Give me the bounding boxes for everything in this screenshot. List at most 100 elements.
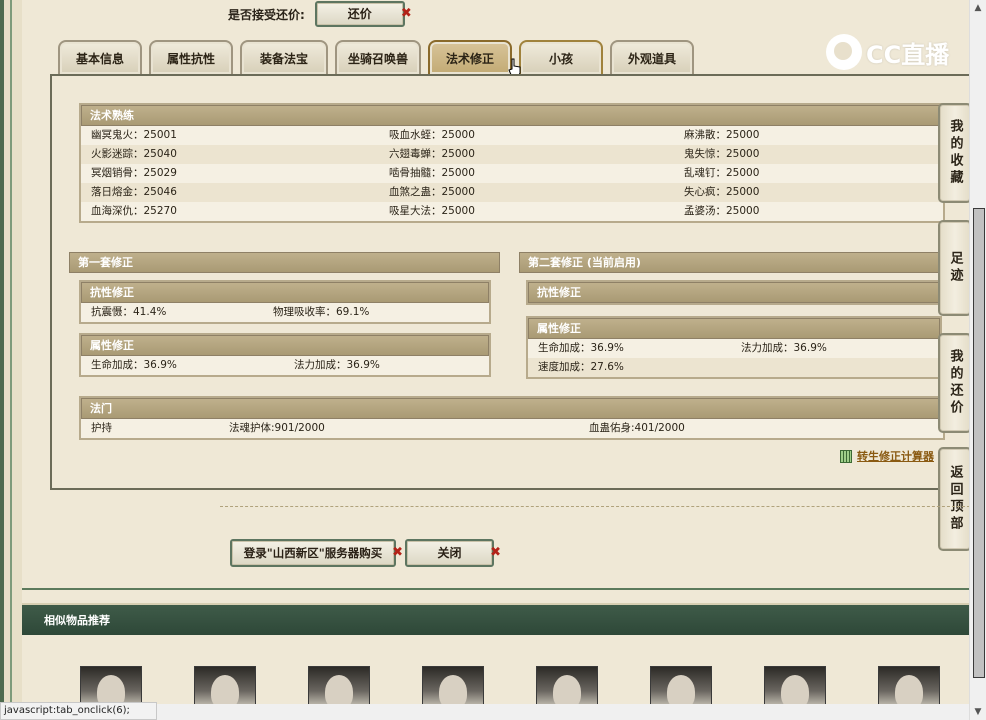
side-label: 足迹 bbox=[947, 251, 963, 285]
close-button[interactable]: 关闭 ✖ bbox=[405, 539, 501, 567]
attr-cell: 法力加成：36.9% bbox=[741, 342, 827, 354]
spell-cell: 幽冥鬼火：25001 bbox=[91, 129, 177, 141]
table-row: 血海深仇：25270 吸星大法：25000 孟婆汤：25000 bbox=[81, 202, 943, 221]
cc-live-logo: CC直播 bbox=[826, 34, 949, 70]
tab-attr-resist[interactable]: 属性抗性 bbox=[149, 40, 233, 74]
tab-basic-info[interactable]: 基本信息 bbox=[58, 40, 142, 74]
table-row: 抗震慑：41.4% 物理吸收率：69.1% bbox=[81, 303, 489, 322]
tab-label: 外观道具 bbox=[627, 51, 676, 66]
close-label: 关闭 bbox=[437, 546, 462, 560]
rebirth-calc-link[interactable]: 转生修正计算器 bbox=[840, 448, 934, 464]
table-row: 速度加成：27.6% bbox=[528, 358, 940, 377]
resist-cell: 抗震慑：41.4% bbox=[91, 306, 167, 318]
left-border bbox=[0, 0, 22, 720]
spell-cell: 血海深仇：25270 bbox=[91, 205, 177, 217]
attr-cell: 法力加成：36.9% bbox=[294, 359, 380, 371]
calc-link-label: 转生修正计算器 bbox=[857, 450, 934, 463]
similar-item-thumbnail[interactable] bbox=[878, 666, 940, 708]
famen-cell: 法魂护体:901/2000 bbox=[229, 422, 325, 434]
table-row: 护持 法魂护体:901/2000 血蛊佑身:401/2000 bbox=[81, 419, 943, 438]
tab-bar: 基本信息 属性抗性 装备法宝 坐骑召唤兽 法术修正 小孩 外观道具 bbox=[58, 40, 694, 74]
side-label: 我的收藏 bbox=[947, 119, 963, 187]
status-text: javascript:tab_onclick(6); bbox=[4, 705, 130, 716]
famen-cell: 护持 bbox=[91, 422, 112, 434]
section-title: 法门 bbox=[81, 398, 943, 419]
scroll-down-icon[interactable]: ▼ bbox=[970, 704, 986, 720]
scroll-thumb[interactable] bbox=[973, 208, 985, 678]
spell-cell: 冥烟销骨：25029 bbox=[91, 167, 177, 179]
footprint-button[interactable]: 足迹 bbox=[938, 220, 972, 316]
close-mark-icon: ✖ bbox=[392, 545, 403, 560]
tab-label: 基本信息 bbox=[75, 51, 124, 66]
spell-cell: 吸星大法：25000 bbox=[389, 205, 475, 217]
tab-equipment[interactable]: 装备法宝 bbox=[240, 40, 328, 74]
set2-attr-box: 属性修正 生命加成：36.9% 法力加成：36.9% 速度加成：27.6% bbox=[526, 316, 942, 379]
tab-label: 法术修正 bbox=[445, 51, 494, 66]
my-favorites-button[interactable]: 我的收藏 bbox=[938, 103, 972, 203]
calculator-icon bbox=[840, 449, 852, 463]
scroll-up-icon[interactable]: ▲ bbox=[970, 0, 986, 16]
spell-cell: 失心疯：25000 bbox=[684, 186, 760, 198]
spell-cell: 血煞之蛊：25000 bbox=[389, 186, 475, 198]
bargain-button[interactable]: 还价 ✖ bbox=[314, 1, 412, 27]
spell-cell: 六翅毒蝉：25000 bbox=[389, 148, 475, 160]
set2-resist-box: 抗性修正 bbox=[526, 280, 942, 305]
spell-cell: 孟婆汤：25000 bbox=[684, 205, 760, 217]
spell-cell: 乱魂钉：25000 bbox=[684, 167, 760, 179]
side-label: 我的还价 bbox=[947, 349, 963, 417]
status-bar: javascript:tab_onclick(6); bbox=[0, 702, 157, 720]
tab-mount-summon[interactable]: 坐骑召唤兽 bbox=[335, 40, 421, 74]
famen-box: 法门 护持 法魂护体:901/2000 血蛊佑身:401/2000 bbox=[79, 396, 945, 440]
tab-label: 坐骑召唤兽 bbox=[347, 51, 408, 66]
bargain-button-label: 还价 bbox=[347, 7, 372, 21]
table-row: 生命加成：36.9% 法力加成：36.9% bbox=[81, 356, 489, 375]
spell-cell: 啮骨抽髓：25000 bbox=[389, 167, 475, 179]
spell-cell: 吸血水蛭：25000 bbox=[389, 129, 475, 141]
logo-text: CC直播 bbox=[866, 40, 950, 69]
famen-cell: 血蛊佑身:401/2000 bbox=[589, 422, 685, 434]
table-row: 幽冥鬼火：25001 吸血水蛭：25000 麻沸散：25000 bbox=[81, 126, 943, 145]
tab-label: 装备法宝 bbox=[259, 51, 308, 66]
spell-cell: 鬼失惊：25000 bbox=[684, 148, 760, 160]
spell-skill-box: 法术熟练 幽冥鬼火：25001 吸血水蛭：25000 麻沸散：25000 火影迷踪：… bbox=[79, 103, 945, 223]
bargain-row: 是否接受还价: 还价 ✖ bbox=[228, 1, 412, 27]
bargain-label: 是否接受还价: bbox=[228, 7, 305, 22]
set1-title: 第一套修正 bbox=[69, 252, 500, 273]
spell-correction-panel: 法术熟练 幽冥鬼火：25001 吸血水蛭：25000 麻沸散：25000 火影迷踪：… bbox=[50, 74, 973, 490]
similar-item-thumbnail[interactable] bbox=[650, 666, 712, 708]
tab-child[interactable]: 小孩 bbox=[519, 40, 603, 74]
cc-logo-icon bbox=[826, 34, 862, 70]
similar-item-thumbnail[interactable] bbox=[308, 666, 370, 708]
spell-skill-rows: 幽冥鬼火：25001 吸血水蛭：25000 麻沸散：25000 火影迷踪：25040… bbox=[81, 126, 943, 221]
similar-item-thumbnail[interactable] bbox=[422, 666, 484, 708]
similar-item-thumbnail[interactable] bbox=[194, 666, 256, 708]
tab-spell-correction[interactable]: 法术修正 bbox=[428, 40, 512, 74]
tab-label: 属性抗性 bbox=[166, 51, 215, 66]
section-title: 抗性修正 bbox=[81, 282, 489, 303]
spell-cell: 落日熔金：25046 bbox=[91, 186, 177, 198]
section-title: 法术熟练 bbox=[81, 105, 943, 126]
back-to-top-button[interactable]: 返回顶部 bbox=[938, 447, 972, 551]
attr-cell: 速度加成：27.6% bbox=[538, 361, 624, 373]
table-row: 冥烟销骨：25029 啮骨抽髓：25000 乱魂钉：25000 bbox=[81, 164, 943, 183]
horizontal-scrollbar[interactable] bbox=[153, 704, 970, 720]
tab-appearance[interactable]: 外观道具 bbox=[610, 40, 694, 74]
attr-cell: 生命加成：36.9% bbox=[538, 342, 624, 354]
my-bargain-button[interactable]: 我的还价 bbox=[938, 333, 972, 433]
similar-item-thumbnail[interactable] bbox=[764, 666, 826, 708]
spell-cell: 麻沸散：25000 bbox=[684, 129, 760, 141]
set2-title: 第二套修正 (当前启用) bbox=[519, 252, 949, 273]
resist-cell: 物理吸收率：69.1% bbox=[273, 306, 370, 318]
spell-cell: 火影迷踪：25040 bbox=[91, 148, 177, 160]
section-title: 抗性修正 bbox=[528, 282, 940, 303]
vertical-scrollbar[interactable]: ▲ ▼ bbox=[969, 0, 986, 720]
similar-item-thumbnail[interactable] bbox=[536, 666, 598, 708]
login-buy-label: 登录"山西新区"服务器购买 bbox=[243, 546, 383, 560]
login-buy-button[interactable]: 登录"山西新区"服务器购买 ✖ bbox=[230, 539, 403, 567]
set1-resist-box: 抗性修正 抗震慑：41.4% 物理吸收率：69.1% bbox=[79, 280, 491, 324]
divider bbox=[220, 506, 970, 507]
table-row: 落日熔金：25046 血煞之蛊：25000 失心疯：25000 bbox=[81, 183, 943, 202]
similar-items-bar: 相似物品推荐 bbox=[22, 603, 970, 635]
section-title: 属性修正 bbox=[528, 318, 940, 339]
tab-label: 小孩 bbox=[548, 51, 573, 66]
